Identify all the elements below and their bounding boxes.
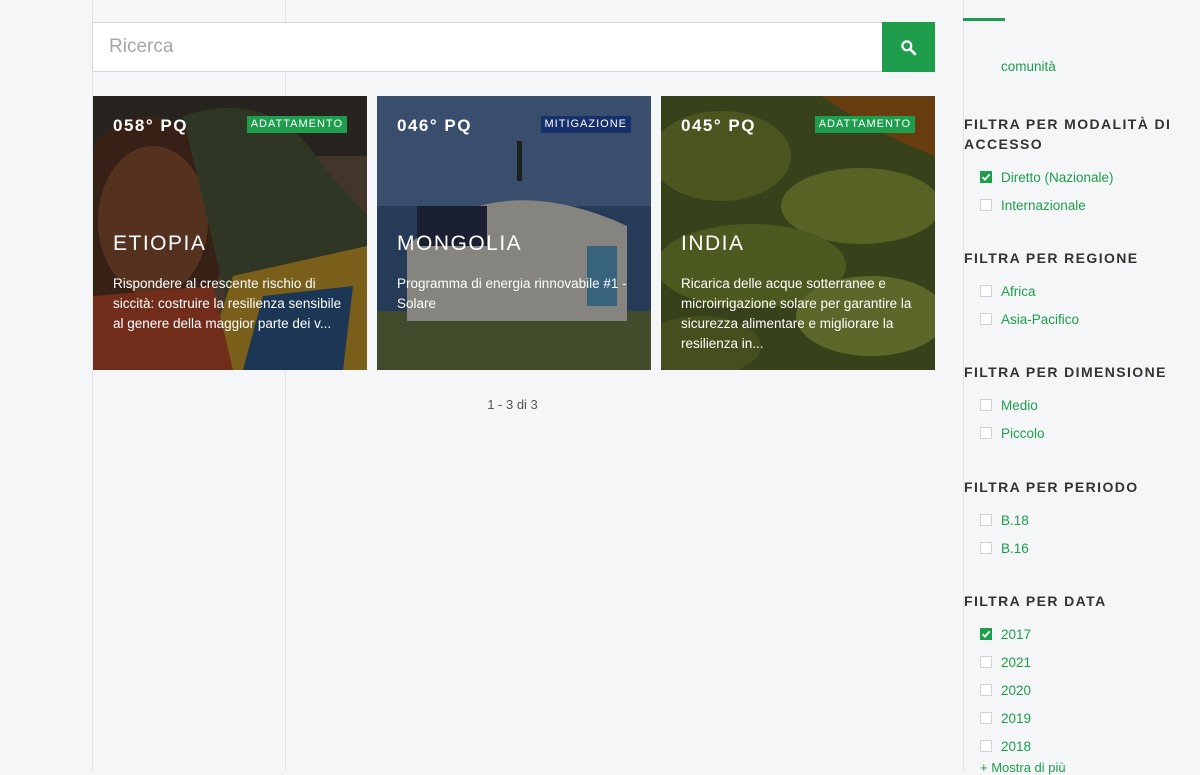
project-description: Rispondere al crescente rischio di sicci… xyxy=(113,276,342,331)
filter-option-label: 2017 xyxy=(1001,626,1032,642)
project-description: Ricarica delle acque sotterranee e micro… xyxy=(681,276,912,351)
category-badge: ADATTAMENTO xyxy=(246,116,347,133)
filter-group-size: FILTRA PER DIMENSIONE Medio Piccolo xyxy=(964,362,1184,447)
checkbox[interactable] xyxy=(980,285,992,297)
country-title: MONGOLIA xyxy=(397,232,523,255)
project-card[interactable]: 045° PQ ADATTAMENTO INDIA Ricarica delle… xyxy=(661,96,935,370)
checkbox[interactable] xyxy=(980,628,992,640)
filter-option[interactable]: 2020 xyxy=(964,676,1184,704)
filter-option-label: 2019 xyxy=(1001,710,1032,726)
project-card[interactable]: 058° PQ ADATTAMENTO ETIOPIA Rispondere a… xyxy=(93,96,367,370)
filter-option-label: 2018 xyxy=(1001,738,1032,754)
checkbox[interactable] xyxy=(980,656,992,668)
filter-group-title: FILTRA PER REGIONE xyxy=(964,250,1139,266)
show-more-link[interactable]: + Mostra di più xyxy=(980,760,1066,775)
country-title: INDIA xyxy=(681,232,745,255)
project-description: Programma di energia rinnovabile #1 - So… xyxy=(397,276,627,311)
search-icon xyxy=(901,39,917,55)
filter-option[interactable]: B.18 xyxy=(964,506,1184,534)
active-tab-indicator xyxy=(963,18,1005,21)
filter-group-title: FILTRA PER PERIODO xyxy=(964,479,1139,495)
pagination-summary: 1 - 3 di 3 xyxy=(487,397,538,412)
checkbox[interactable] xyxy=(980,199,992,211)
filter-option[interactable]: Diretto (Nazionale) xyxy=(964,163,1184,191)
filter-option-label: Internazionale xyxy=(1001,197,1086,213)
search-input[interactable] xyxy=(92,22,882,72)
filter-option[interactable]: Piccolo xyxy=(964,419,1184,447)
checkbox[interactable] xyxy=(980,171,992,183)
checkbox[interactable] xyxy=(980,712,992,724)
filter-group-region: FILTRA PER REGIONE Africa Asia-Pacifico xyxy=(964,248,1184,333)
community-link[interactable]: comunità xyxy=(1001,59,1056,74)
filter-option-label: 2021 xyxy=(1001,654,1032,670)
filter-option-label: B.16 xyxy=(1001,540,1029,556)
filter-option-label: B.18 xyxy=(1001,512,1029,528)
checkbox[interactable] xyxy=(980,313,992,325)
filter-option-label: 2020 xyxy=(1001,682,1032,698)
project-card[interactable]: 046° PQ MITIGAZIONE MONGOLIA Programma d… xyxy=(377,96,651,370)
filter-group-title: FILTRA PER DIMENSIONE xyxy=(964,364,1167,380)
filter-option-label: Asia-Pacifico xyxy=(1001,311,1080,327)
check-icon xyxy=(981,630,991,638)
filter-option-label: Diretto (Nazionale) xyxy=(1001,169,1114,185)
filter-option[interactable]: Medio xyxy=(964,391,1184,419)
filter-group-date: FILTRA PER DATA 2017 2021 2020 2019 2018 xyxy=(964,591,1184,760)
filter-group-period: FILTRA PER PERIODO B.18 B.16 xyxy=(964,477,1184,562)
filter-option[interactable]: 2018 xyxy=(964,732,1184,760)
filter-group-title: FILTRA PER DATA xyxy=(964,593,1107,609)
filter-group-access: FILTRA PER MODALITÀ DI ACCESSO Diretto (… xyxy=(964,114,1184,219)
project-code: 046° PQ xyxy=(397,116,472,135)
filter-option[interactable]: 2019 xyxy=(964,704,1184,732)
filter-option[interactable]: B.16 xyxy=(964,534,1184,562)
country-title: ETIOPIA xyxy=(113,232,207,255)
search-bar xyxy=(92,22,935,72)
filter-group-title: FILTRA PER MODALITÀ DI ACCESSO xyxy=(964,116,1172,152)
filter-option-label: Piccolo xyxy=(1001,425,1045,441)
checkbox[interactable] xyxy=(980,542,992,554)
filter-option-label: Africa xyxy=(1001,283,1036,299)
checkbox[interactable] xyxy=(980,427,992,439)
filter-option[interactable]: Asia-Pacifico xyxy=(964,305,1184,333)
checkbox[interactable] xyxy=(980,514,992,526)
check-icon xyxy=(981,173,991,181)
checkbox[interactable] xyxy=(980,399,992,411)
filter-option[interactable]: 2017 xyxy=(964,620,1184,648)
checkbox[interactable] xyxy=(980,740,992,752)
filter-option[interactable]: 2021 xyxy=(964,648,1184,676)
checkbox[interactable] xyxy=(980,684,992,696)
filter-option-label: Medio xyxy=(1001,397,1038,413)
filter-option[interactable]: Internazionale xyxy=(964,191,1184,219)
category-badge: MITIGAZIONE xyxy=(540,116,631,133)
project-code: 045° PQ xyxy=(681,116,756,135)
search-button[interactable] xyxy=(882,22,935,72)
category-badge: ADATTAMENTO xyxy=(814,116,915,133)
project-code: 058° PQ xyxy=(113,116,188,135)
filter-option[interactable]: Africa xyxy=(964,277,1184,305)
